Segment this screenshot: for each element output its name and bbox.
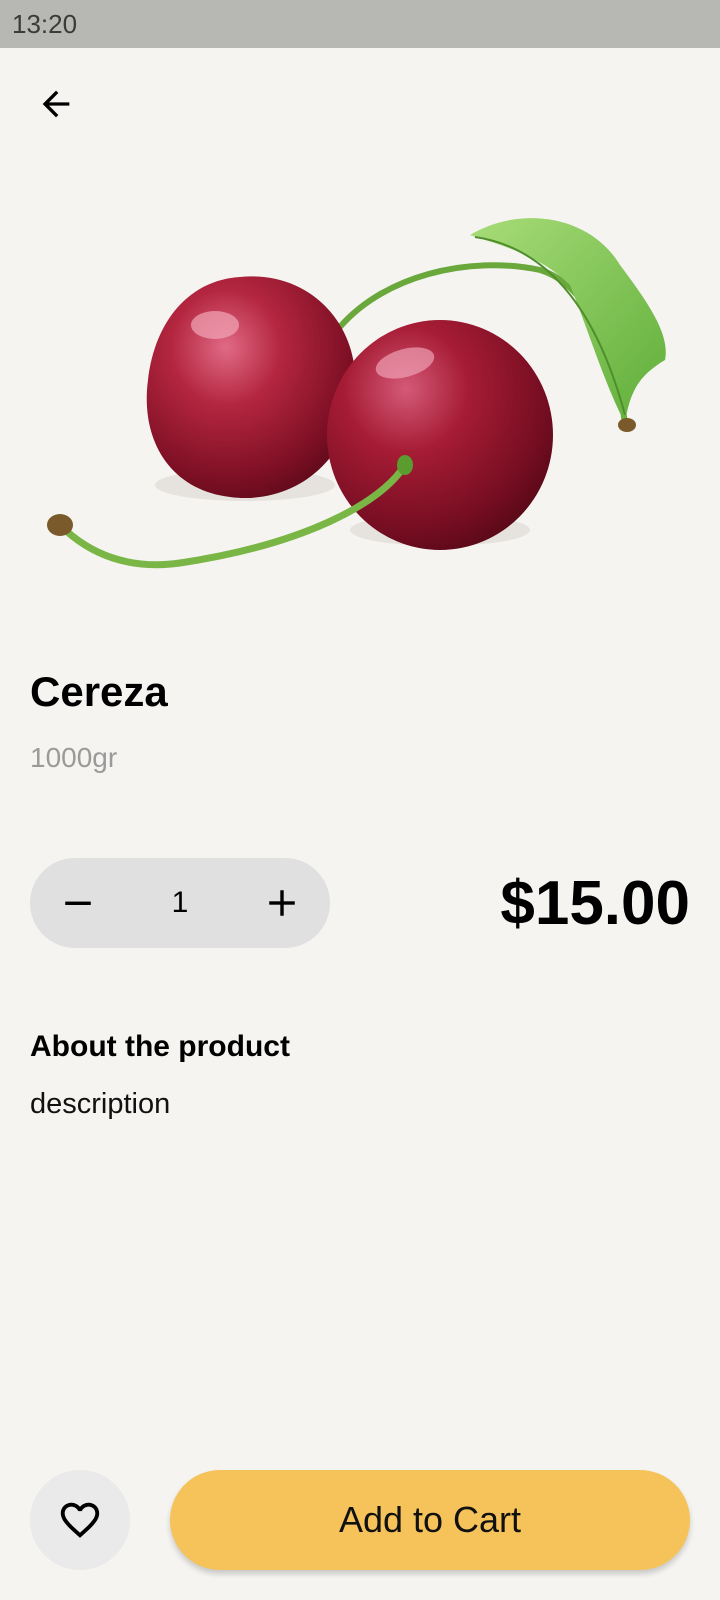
cherries-image [47, 218, 666, 569]
favorite-button[interactable] [30, 1470, 130, 1570]
heart-outline-icon [60, 1502, 100, 1538]
product-image [0, 185, 720, 615]
product-description: description [30, 1088, 171, 1120]
arrow-left-icon [42, 90, 70, 118]
product-weight: 1000gr [30, 742, 118, 773]
status-bar: 13:20 [0, 0, 720, 48]
decrease-quantity-button[interactable] [54, 879, 102, 927]
plus-icon [269, 890, 295, 916]
product-title: Cereza [30, 668, 168, 715]
back-button[interactable] [32, 80, 80, 128]
product-price: $15.00 [500, 869, 690, 938]
about-heading: About the product [30, 1030, 290, 1063]
add-to-cart-button[interactable]: Add to Cart [170, 1470, 690, 1570]
increase-quantity-button[interactable] [258, 879, 306, 927]
minus-icon [65, 901, 91, 905]
status-time: 13:20 [12, 9, 78, 39]
quantity-value: 1 [171, 886, 189, 919]
quantity-stepper: 1 [30, 858, 330, 948]
